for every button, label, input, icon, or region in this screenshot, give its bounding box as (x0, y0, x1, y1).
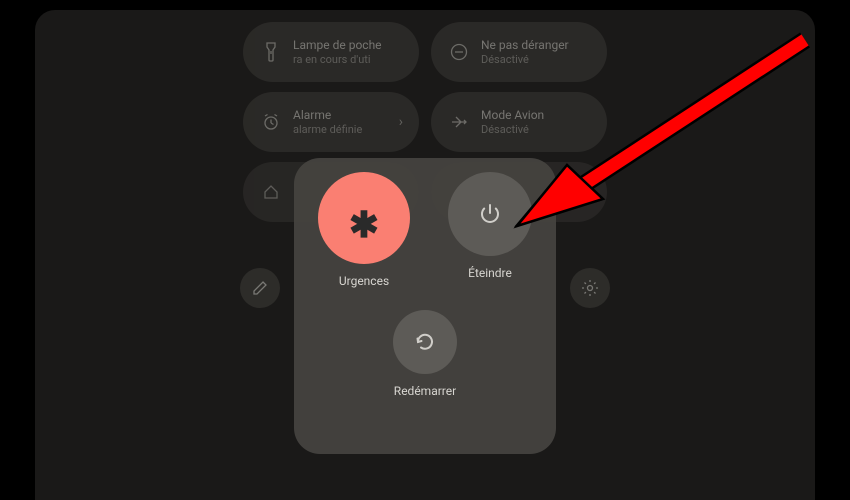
asterisk-icon: ✱ (349, 202, 379, 234)
quick-tile-row: Alarme alarme définie › Mode Avion Désac… (35, 92, 815, 152)
edit-button[interactable] (240, 268, 280, 308)
shutdown-circle[interactable] (448, 172, 532, 256)
restart-icon (414, 331, 436, 353)
tile-title: Alarme (293, 108, 362, 122)
dnd-tile[interactable]: Ne pas déranger Désactivé (431, 22, 607, 82)
restart-circle[interactable] (393, 310, 457, 374)
flashlight-tile[interactable]: Lampe de poche ra en cours d'uti (243, 22, 419, 82)
tile-subtitle: ra en cours d'uti (293, 53, 382, 66)
power-icon (478, 202, 502, 226)
airplane-icon (449, 113, 469, 131)
tile-subtitle: Désactivé (481, 53, 569, 66)
tile-title: Mode Avion (481, 108, 544, 122)
power-menu: ✱ Urgences Éteindre (294, 158, 556, 454)
quick-tile-row: Lampe de poche ra en cours d'uti Ne pas … (35, 22, 815, 82)
shutdown-option[interactable]: Éteindre (448, 172, 532, 288)
settings-button[interactable] (570, 268, 610, 308)
tile-title: Ne pas déranger (481, 38, 569, 52)
power-menu-row: ✱ Urgences Éteindre (294, 172, 556, 288)
shutdown-label: Éteindre (468, 266, 512, 280)
emergency-option[interactable]: ✱ Urgences (318, 172, 410, 288)
flashlight-icon (261, 42, 281, 62)
dnd-icon (449, 43, 469, 61)
tile-title: Lampe de poche (293, 38, 382, 52)
home-icon (261, 184, 281, 200)
device-screen: Lampe de poche ra en cours d'uti Ne pas … (35, 10, 815, 500)
emergency-circle[interactable]: ✱ (318, 172, 410, 264)
alarm-tile[interactable]: Alarme alarme définie › (243, 92, 419, 152)
tile-subtitle: alarme définie (293, 123, 362, 136)
airplane-tile[interactable]: Mode Avion Désactivé (431, 92, 607, 152)
restart-label: Redémarrer (394, 384, 456, 398)
alarm-icon (261, 113, 281, 131)
restart-option[interactable]: Redémarrer (393, 310, 457, 398)
tile-subtitle: Désactivé (481, 123, 544, 136)
emergency-label: Urgences (339, 274, 389, 288)
power-menu-row: Redémarrer (294, 310, 556, 398)
chevron-right-icon: › (399, 114, 403, 130)
